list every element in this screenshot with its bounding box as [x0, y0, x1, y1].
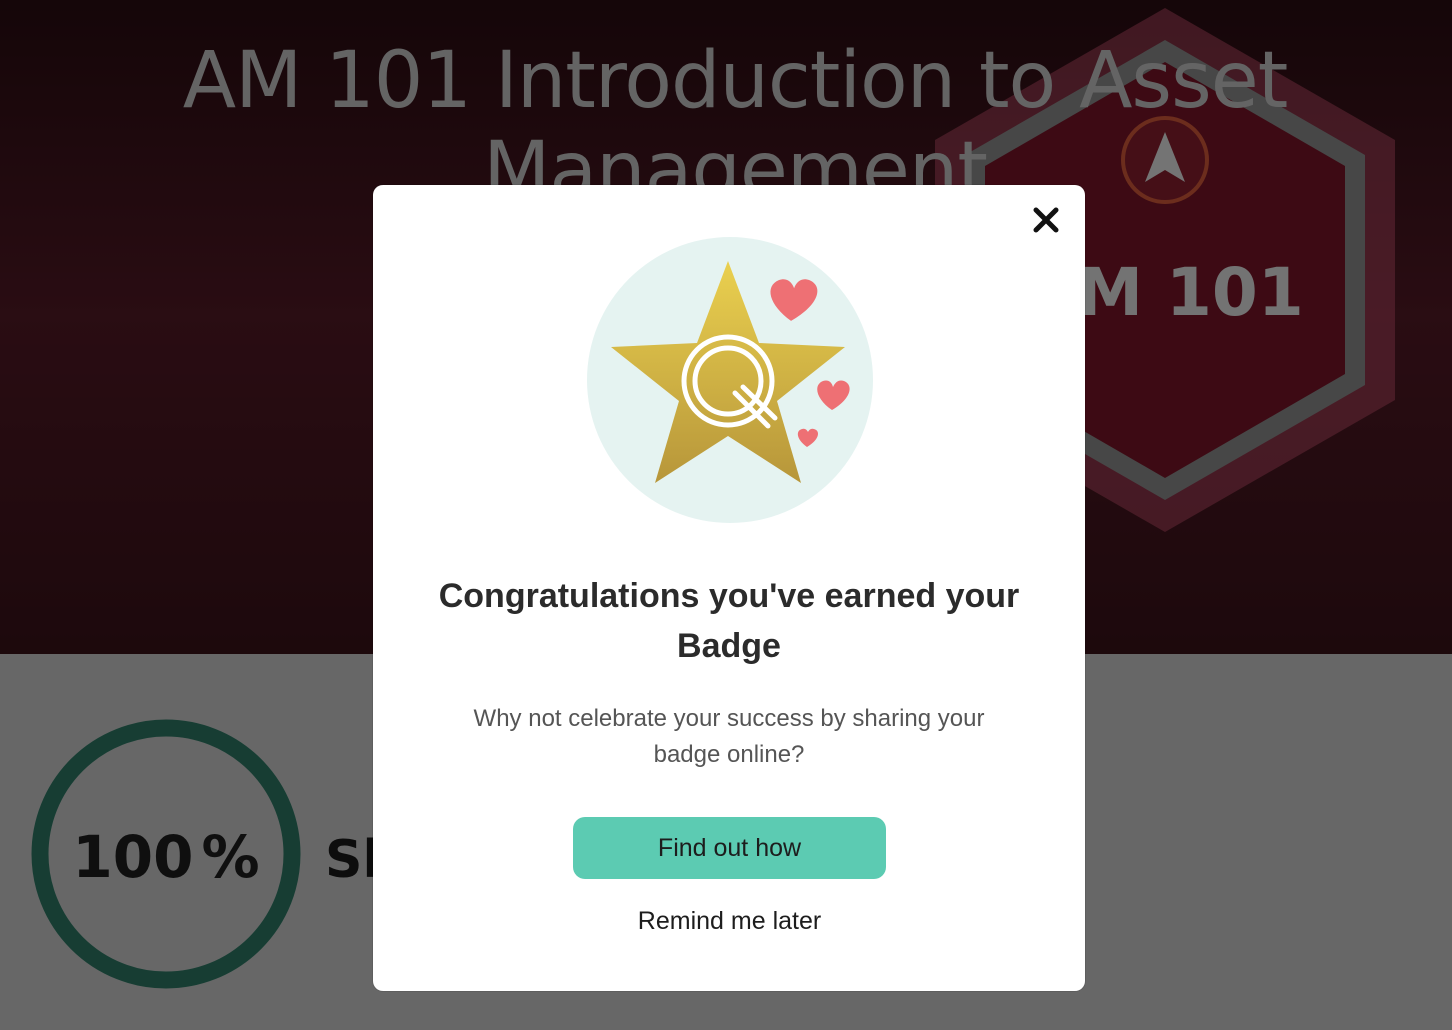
close-icon [1033, 207, 1059, 233]
close-button[interactable] [1027, 201, 1065, 239]
dialog-message: Why not celebrate your success by sharin… [473, 705, 985, 768]
remind-me-later-button[interactable]: Remind me later [573, 901, 886, 941]
star-badge-illustration [587, 237, 873, 523]
find-out-how-button[interactable]: Find out how [573, 817, 886, 879]
dialog-title: Congratulations you've earned your Badge [438, 577, 1020, 665]
badge-earned-dialog: Congratulations you've earned your Badge… [373, 185, 1085, 991]
